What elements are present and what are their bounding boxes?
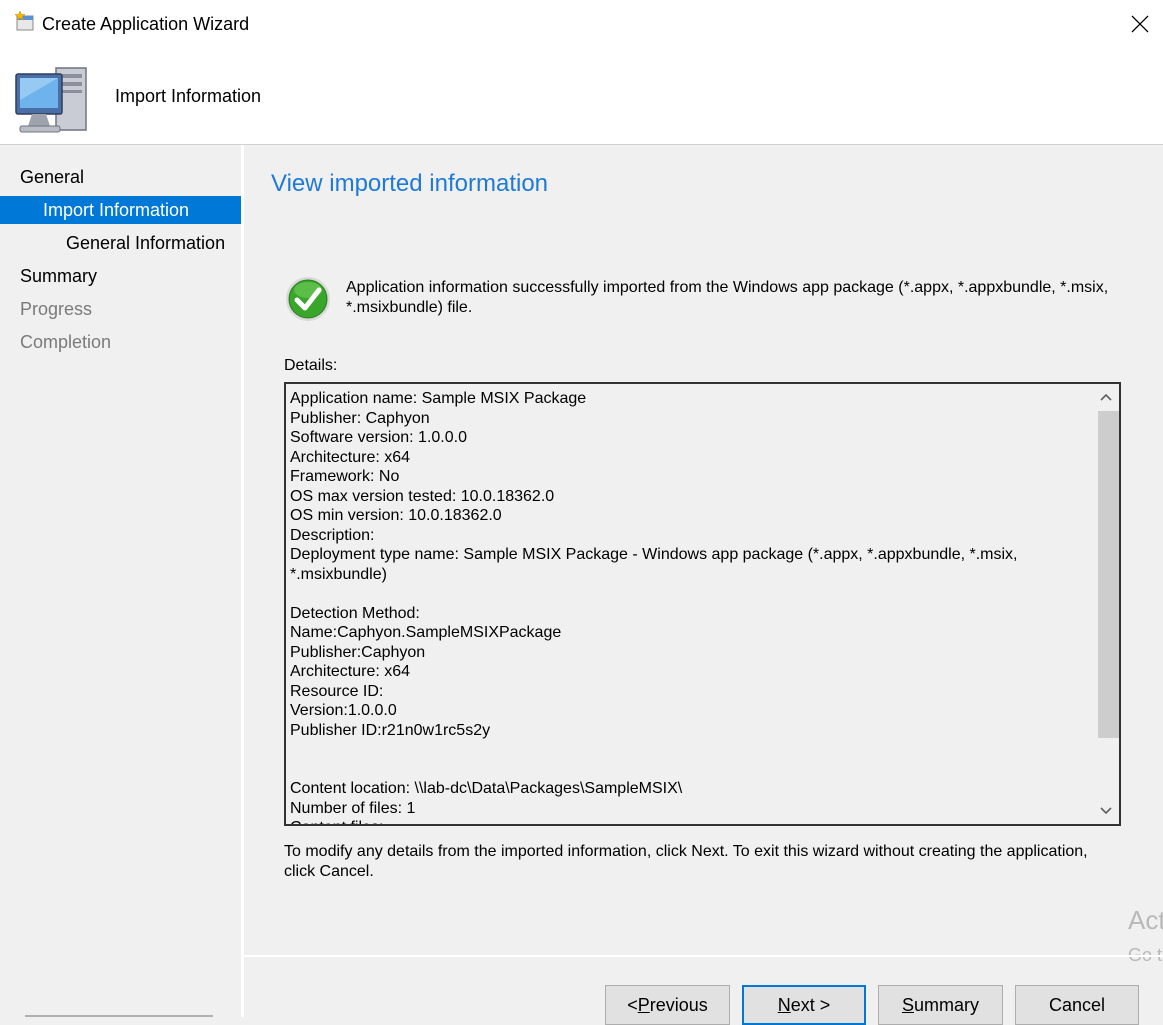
success-message: Application information successfully imp… <box>346 279 1109 316</box>
details-text: Application name: Sample MSIX Package Pu… <box>290 390 1018 824</box>
next-button-accel: N <box>777 994 791 1015</box>
scroll-up-button[interactable] <box>1093 384 1119 410</box>
next-button-rest: ext > <box>790 994 831 1015</box>
previous-button-accel: P <box>637 994 650 1015</box>
button-area-divider <box>244 955 1163 957</box>
details-label: Details: <box>284 357 338 374</box>
scroll-thumb[interactable] <box>1098 411 1119 738</box>
chevron-down-icon <box>1100 807 1112 815</box>
main-content: View imported information Application in… <box>244 145 1163 955</box>
chevron-up-icon <box>1100 393 1112 401</box>
sidebar-item-completion: Completion <box>20 332 112 352</box>
window-title: Create Application Wizard <box>42 14 250 34</box>
sidebar-item-general-information[interactable]: General Information <box>0 229 241 257</box>
summary-button-rest: ummary <box>914 994 980 1015</box>
wizard-steps-sidebar: General Import Information General Infor… <box>0 145 244 1017</box>
success-check-icon <box>286 277 330 321</box>
sidebar-item-general[interactable]: General <box>0 163 241 191</box>
details-textbox[interactable]: Application name: Sample MSIX Package Pu… <box>284 382 1121 826</box>
sidebar-item-import-information[interactable]: Import Information <box>0 196 241 224</box>
wizard-app-icon <box>14 10 34 31</box>
title-bar: Create Application Wizard <box>0 0 1163 48</box>
next-button[interactable]: Next > <box>742 985 866 1025</box>
previous-button-prefix: < <box>627 994 638 1015</box>
summary-button-accel: S <box>901 994 914 1015</box>
details-scrollbar[interactable] <box>1093 384 1119 824</box>
summary-button[interactable]: Summary <box>878 985 1003 1025</box>
computer-icon <box>15 67 87 133</box>
close-button[interactable] <box>1117 0 1163 48</box>
close-icon <box>1131 15 1149 33</box>
page-title: View imported information <box>271 170 549 197</box>
footer-note: To modify any details from the imported … <box>284 843 1088 880</box>
activation-watermark-line1: Act <box>1128 905 1163 935</box>
cancel-button[interactable]: Cancel <box>1015 985 1139 1025</box>
previous-button-rest: revious <box>649 994 708 1015</box>
sidebar-item-summary[interactable]: Summary <box>0 262 241 290</box>
previous-button[interactable]: < Previous <box>605 985 730 1025</box>
header-title: Import Information <box>115 86 262 106</box>
scroll-down-button[interactable] <box>1093 798 1119 824</box>
sidebar-item-progress: Progress <box>20 299 93 319</box>
wizard-header: Import Information <box>0 48 1163 145</box>
